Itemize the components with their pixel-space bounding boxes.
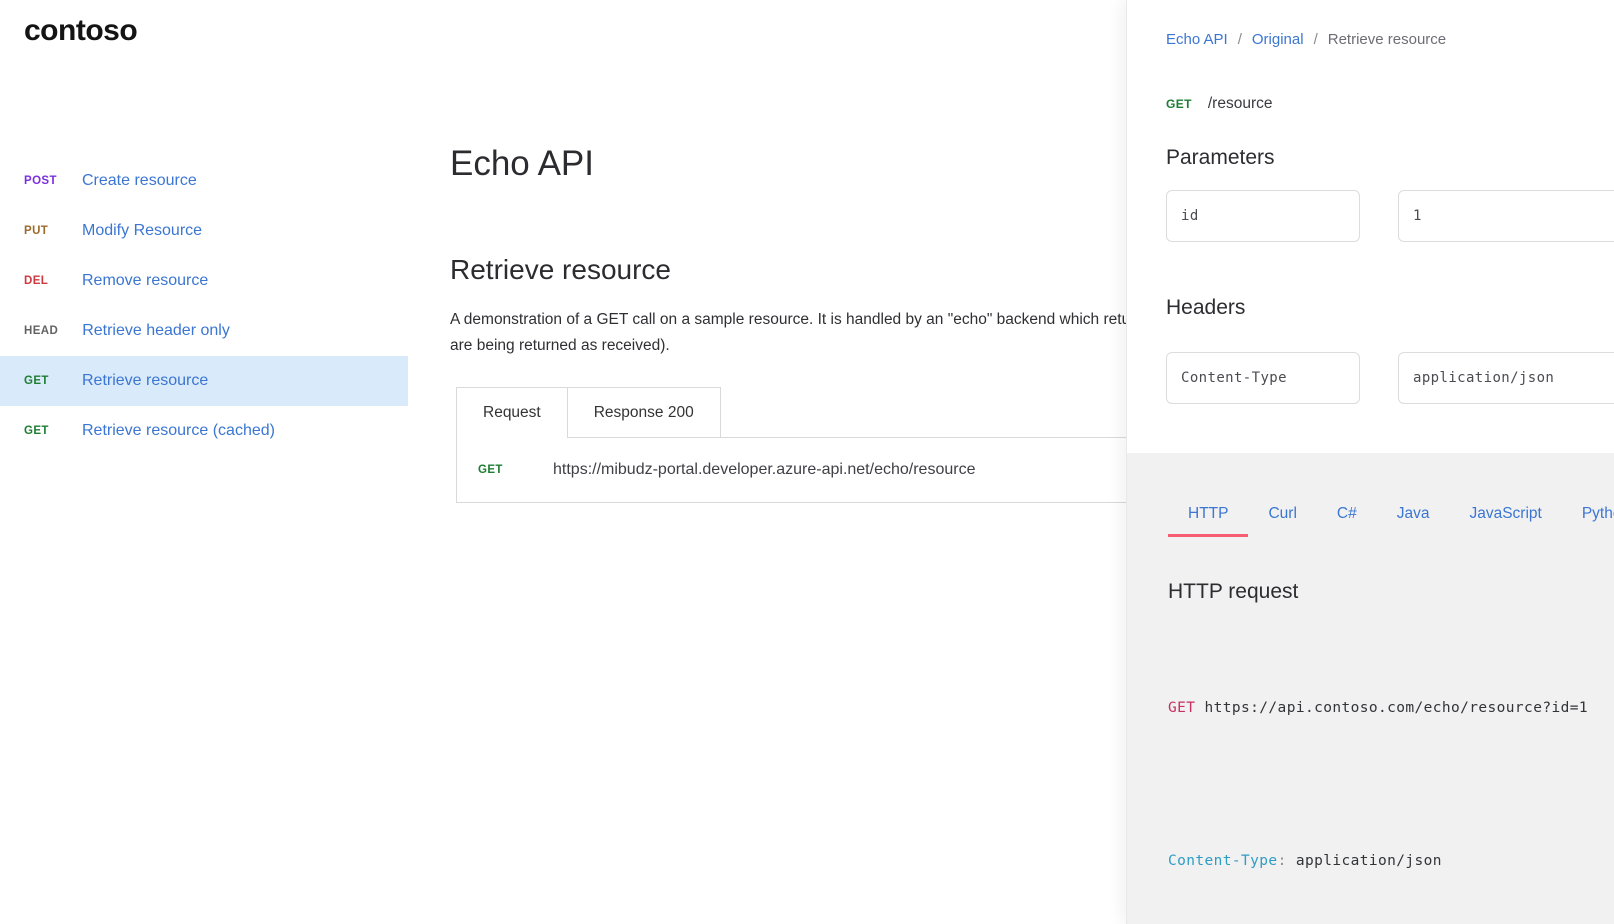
code-line-header: Content-Type: application/json [1168,849,1588,875]
sidebar-item-label: Retrieve resource (cached) [82,422,275,440]
brand-logo: contoso [24,14,137,48]
code-sample-heading: HTTP request [1168,580,1298,604]
language-tabs: HTTP Curl C# Java JavaScript Python [1168,505,1614,537]
operation-title: Retrieve resource [450,254,671,286]
sidebar-item-create-resource[interactable]: POST Create resource [0,156,408,206]
method-badge-post: POST [24,175,58,187]
operation-signature: GET /resource [1166,95,1273,113]
sidebar-item-label: Modify Resource [82,222,202,240]
sidebar-item-modify-resource[interactable]: PUT Modify Resource [0,206,408,256]
header-row [1166,352,1614,404]
sidebar-item-remove-resource[interactable]: DEL Remove resource [0,256,408,306]
parameter-name-input[interactable] [1166,190,1360,242]
sidebar-item-label: Retrieve header only [82,322,230,340]
tab-csharp[interactable]: C# [1317,505,1377,537]
tab-curl[interactable]: Curl [1248,505,1316,537]
sidebar-item-retrieve-resource[interactable]: GET Retrieve resource [0,356,408,406]
sidebar-item-label: Remove resource [82,272,208,290]
parameter-value-input[interactable] [1398,190,1614,242]
headers-heading: Headers [1166,296,1245,320]
tab-response-200[interactable]: Response 200 [568,387,721,438]
sidebar-item-retrieve-resource-cached[interactable]: GET Retrieve resource (cached) [0,406,408,456]
method-badge-put: PUT [24,225,58,237]
tab-request[interactable]: Request [456,387,568,438]
parameter-row [1166,190,1614,242]
api-title: Echo API [450,144,594,184]
breadcrumb-separator: / [1238,31,1242,48]
http-request-code: GET https://api.contoso.com/echo/resourc… [1168,645,1588,924]
sidebar-item-retrieve-header-only[interactable]: HEAD Retrieve header only [0,306,408,356]
code-separator: : [1278,853,1287,869]
tab-http[interactable]: HTTP [1168,505,1248,537]
method-badge-del: DEL [24,275,58,287]
sidebar-item-label: Create resource [82,172,197,190]
sidebar-item-label: Retrieve resource [82,372,208,390]
parameters-heading: Parameters [1166,146,1275,170]
method-badge-head: HEAD [24,325,58,337]
method-badge-get: GET [478,464,512,476]
method-badge-get: GET [24,375,58,387]
tab-javascript[interactable]: JavaScript [1449,505,1561,537]
code-header-value: application/json [1287,853,1442,869]
method-badge-get: GET [1166,97,1192,111]
breadcrumb-current: Retrieve resource [1328,31,1446,48]
code-line-request: GET https://api.contoso.com/echo/resourc… [1168,696,1588,722]
method-badge-get: GET [24,425,58,437]
breadcrumb-link-api[interactable]: Echo API [1166,31,1228,48]
operation-path: /resource [1208,95,1273,113]
code-request-url: https://api.contoso.com/echo/resource?id… [1195,700,1588,716]
code-sample-section: HTTP Curl C# Java JavaScript Python HTTP… [1127,453,1614,924]
try-it-panel: Echo API / Original / Retrieve resource GET … [1126,0,1614,924]
operations-sidebar: POST Create resource PUT Modify Resource… [0,156,408,456]
header-value-input[interactable] [1398,352,1614,404]
breadcrumb: Echo API / Original / Retrieve resource [1166,31,1446,48]
developer-portal-page: contoso POST Create resource PUT Modify … [0,0,1614,924]
code-header-name: Content-Type [1168,853,1278,869]
code-method-keyword: GET [1168,700,1195,716]
request-url: https://mibudz-portal.developer.azure-ap… [553,461,975,479]
tab-python[interactable]: Python [1562,505,1614,537]
code-line-blank [1168,773,1588,799]
breadcrumb-separator: / [1314,31,1318,48]
header-name-input[interactable] [1166,352,1360,404]
tab-java[interactable]: Java [1377,505,1450,537]
breadcrumb-link-version[interactable]: Original [1252,31,1304,48]
